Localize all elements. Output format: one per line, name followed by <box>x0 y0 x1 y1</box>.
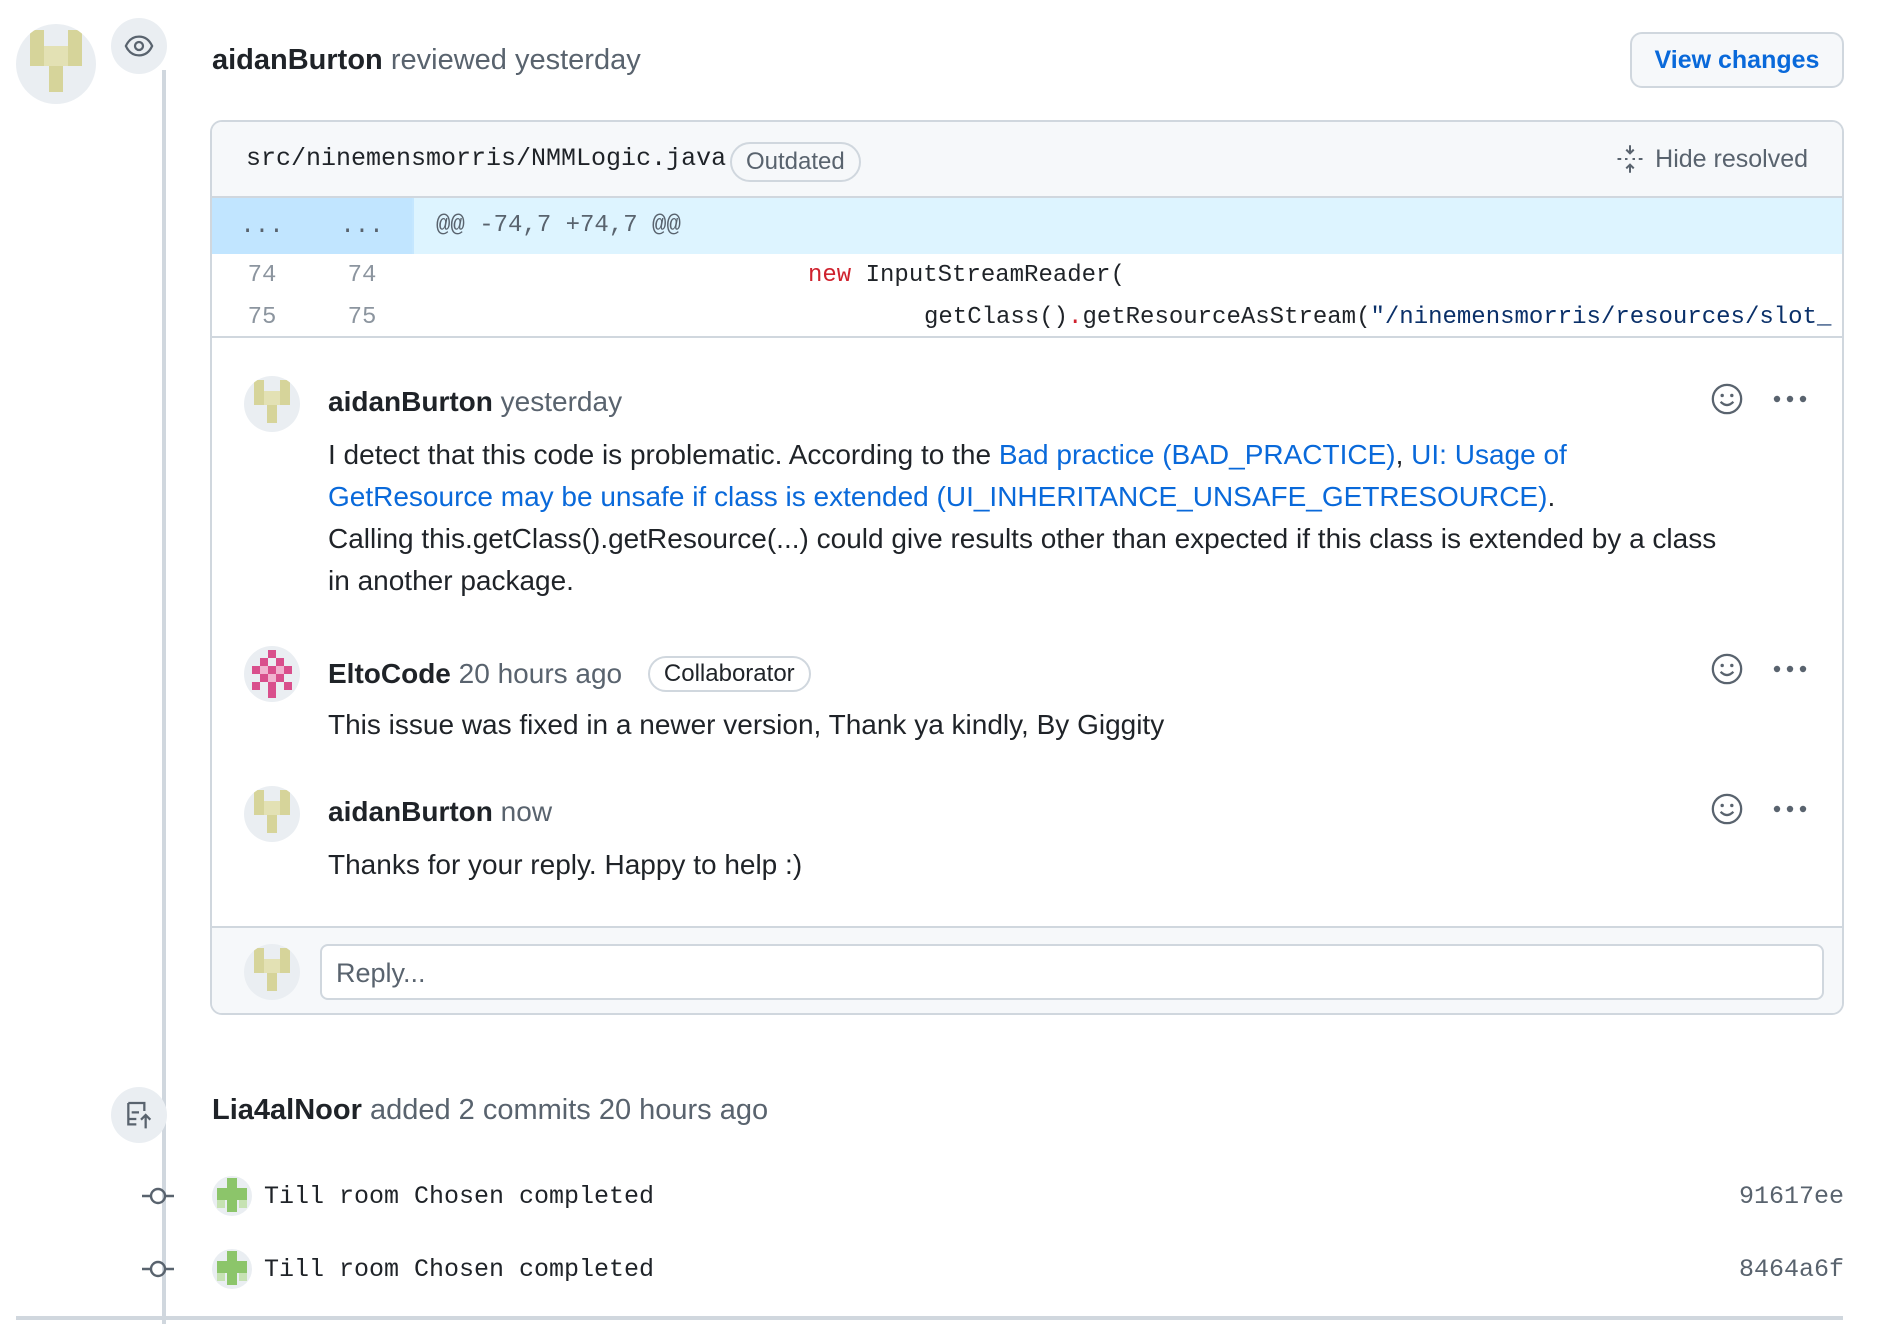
avatar[interactable] <box>244 786 300 842</box>
commits-event-header: Lia4alNoor added 2 commits 20 hours ago <box>212 1094 768 1127</box>
identicon-image <box>254 948 290 991</box>
hunk-expand-right[interactable]: ... <box>312 198 412 254</box>
review-action: reviewed <box>390 44 507 76</box>
comment-actions <box>1710 382 1808 416</box>
commit-sha[interactable]: 8464a6f <box>1739 1255 1844 1284</box>
hunk-header-text: @@ -74,7 +74,7 @@ <box>436 212 681 239</box>
comment-header: aidanBurton yesterday <box>328 386 622 418</box>
commits-text: added 2 commits <box>369 1094 591 1126</box>
code-method: getResourceAsStream( <box>1082 304 1371 331</box>
code-dot: . <box>1068 304 1083 331</box>
comment-text-detail: Calling this.getClass().getResource(...)… <box>328 523 1717 596</box>
divider <box>16 1316 1843 1320</box>
comment-body: I detect that this code is problematic. … <box>328 434 1728 602</box>
view-changes-button[interactable]: View changes <box>1630 32 1844 88</box>
code-text: new InputStreamReader( <box>808 262 1125 289</box>
smiley-icon[interactable] <box>1710 652 1744 686</box>
comment-text-sep: , <box>1395 439 1412 470</box>
avatar[interactable] <box>16 24 96 104</box>
smiley-icon[interactable] <box>1710 382 1744 416</box>
timeline-line <box>162 70 166 1324</box>
comment-author[interactable]: EltoCode <box>328 658 451 689</box>
identicon-image <box>30 30 82 92</box>
fold-icon <box>1617 145 1643 173</box>
comment-actions <box>1710 652 1808 686</box>
commit-sha[interactable]: 91617ee <box>1739 1182 1844 1211</box>
commit-row: Till room Chosen completed 91617ee <box>140 1172 1844 1222</box>
repo-push-icon <box>127 1101 152 1129</box>
comment-time[interactable]: now <box>501 796 552 827</box>
diff-line: 75 75 getClass().getResourceAsStream("/n… <box>212 296 1842 338</box>
comment-text: I detect that this code is problematic. … <box>328 439 999 470</box>
commits-time[interactable]: 20 hours ago <box>599 1094 768 1126</box>
hide-resolved-button[interactable]: Hide resolved <box>1615 144 1808 174</box>
identicon-image <box>217 1178 247 1212</box>
reply-input[interactable]: Reply... <box>320 944 1824 1000</box>
review-event-badge <box>111 18 167 74</box>
comment-author[interactable]: aidanBurton <box>328 796 493 827</box>
commit-avatar[interactable] <box>212 1176 252 1216</box>
comment-body: Thanks for your reply. Happy to help :) <box>328 849 803 880</box>
commit-message[interactable]: Till room Chosen completed <box>264 1182 654 1211</box>
comment-body: This issue was fixed in a newer version,… <box>328 709 1165 740</box>
comment-actions <box>1710 792 1808 826</box>
commit-avatar[interactable] <box>212 1249 252 1289</box>
old-line-number[interactable]: 74 <box>232 262 292 289</box>
review-header: aidanBurton reviewed yesterday <box>212 44 641 77</box>
comment-author[interactable]: aidanBurton <box>328 386 493 417</box>
diff-line: 74 74 new InputStreamReader( <box>212 254 1842 296</box>
kebab-horizontal-icon[interactable] <box>1772 664 1808 674</box>
hunk-expand-left[interactable]: ... <box>212 198 312 254</box>
bad-practice-link[interactable]: Bad practice (BAD_PRACTICE) <box>999 439 1396 470</box>
code-call: getClass() <box>924 304 1069 331</box>
comment-time[interactable]: 20 hours ago <box>459 658 622 689</box>
comment-header: aidanBurton now <box>328 796 552 828</box>
reply-area: Reply... <box>212 926 1842 1013</box>
kebab-horizontal-icon[interactable] <box>1772 394 1808 404</box>
code-string: "/ninemensmorris/resources/slot_ <box>1370 304 1832 331</box>
collaborator-badge: Collaborator <box>647 656 811 692</box>
new-line-number[interactable]: 74 <box>332 262 392 289</box>
identicon-image <box>217 1251 247 1285</box>
avatar[interactable] <box>244 376 300 432</box>
identicon-image <box>252 650 292 698</box>
review-thread: src/ninemensmorris/NMMLogic.java Outdate… <box>210 120 1844 1015</box>
outdated-badge: Outdated <box>730 142 861 182</box>
eye-icon <box>124 35 154 57</box>
comment-text-period: . <box>1547 481 1556 512</box>
commit-row: Till room Chosen completed 8464a6f <box>140 1245 1844 1295</box>
kebab-horizontal-icon[interactable] <box>1772 804 1808 814</box>
comment-time[interactable]: yesterday <box>501 386 622 417</box>
hide-resolved-label: Hide resolved <box>1655 144 1808 173</box>
identicon-image <box>254 790 290 833</box>
comment-header: EltoCode 20 hours ago Collaborator <box>328 656 811 692</box>
file-path[interactable]: src/ninemensmorris/NMMLogic.java <box>246 144 726 173</box>
old-line-number[interactable]: 75 <box>232 304 292 331</box>
new-line-number[interactable]: 75 <box>332 304 392 331</box>
identicon-image <box>254 380 290 423</box>
review-time[interactable]: yesterday <box>515 44 641 76</box>
avatar[interactable] <box>244 646 300 702</box>
code-rest: InputStreamReader( <box>851 262 1125 289</box>
git-commit-icon <box>142 1187 174 1205</box>
diff-hunk-header: ... ... @@ -74,7 +74,7 @@ <box>212 198 1842 254</box>
code-text: getClass().getResourceAsStream("/ninemen… <box>924 304 1831 331</box>
smiley-icon[interactable] <box>1710 792 1744 826</box>
review-author[interactable]: aidanBurton <box>212 44 383 76</box>
commit-message[interactable]: Till room Chosen completed <box>264 1255 654 1284</box>
file-header: src/ninemensmorris/NMMLogic.java Outdate… <box>212 122 1842 198</box>
commits-event-badge <box>111 1087 167 1143</box>
code-keyword: new <box>808 262 852 289</box>
avatar <box>244 944 300 1000</box>
git-commit-icon <box>142 1260 174 1278</box>
commits-author[interactable]: Lia4alNoor <box>212 1094 362 1126</box>
